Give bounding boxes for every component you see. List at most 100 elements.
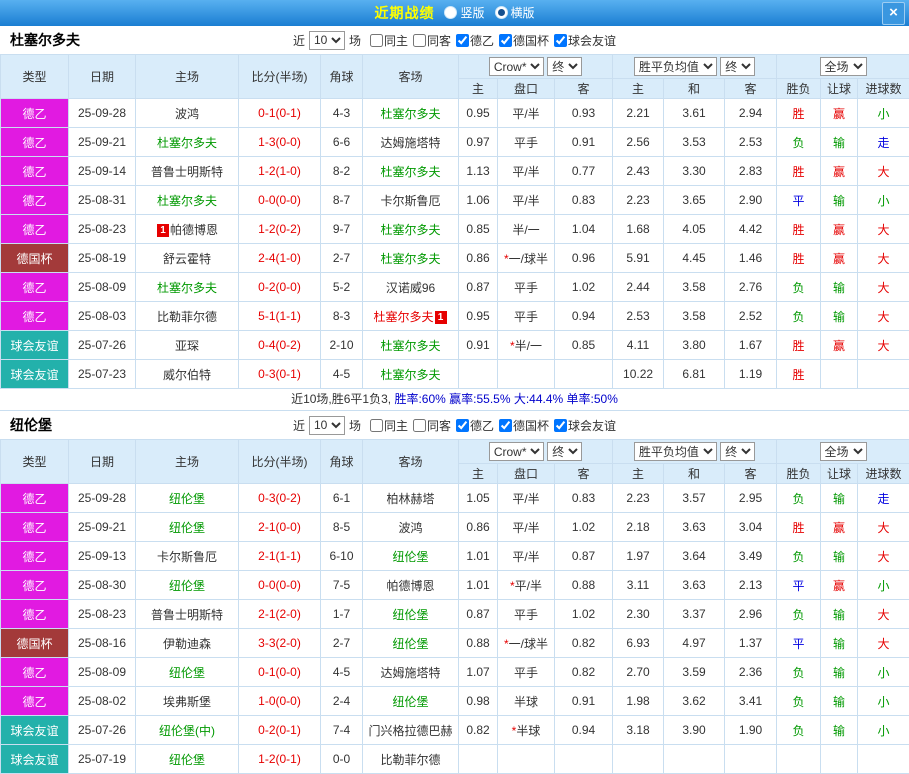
layout-radio-option[interactable]: 竖版 xyxy=(444,4,484,21)
match-date: 25-08-31 xyxy=(69,186,136,215)
europe-final-select[interactable]: 终 xyxy=(720,442,755,461)
filter-checkbox[interactable]: 球会友谊 xyxy=(554,417,616,434)
avg-draw: 3.57 xyxy=(664,484,725,513)
match-type: 球会友谊 xyxy=(1,360,69,389)
avg-win: 10.22 xyxy=(613,360,664,389)
corners: 8-2 xyxy=(321,157,363,186)
odds-company-select[interactable]: Crow* xyxy=(489,442,544,461)
corners: 4-3 xyxy=(321,99,363,128)
odds-final-select[interactable]: 终 xyxy=(547,57,582,76)
near-label: 近 xyxy=(293,417,305,434)
odds-away: 0.83 xyxy=(555,484,613,513)
avg-draw: 3.63 xyxy=(664,513,725,542)
result-handicap: 输 xyxy=(821,716,858,745)
scope-select[interactable]: 全场 xyxy=(820,442,867,461)
score: 1-2(1-0) xyxy=(239,157,321,186)
odds-final-select[interactable]: 终 xyxy=(547,442,582,461)
avg-win: 2.70 xyxy=(613,658,664,687)
filter-checkbox[interactable]: 德国杯 xyxy=(499,417,549,434)
header-row-top: 类型 日期 主场 比分(半场) 角球 客场 Crow* 终 胜平负均值 终 xyxy=(1,55,909,79)
result-wdl: 平 xyxy=(777,629,821,658)
filter-checkbox[interactable]: 德乙 xyxy=(456,32,494,49)
checkbox-input[interactable] xyxy=(370,34,383,47)
result-handicap: 输 xyxy=(821,629,858,658)
filter-row: 杜塞尔多夫 近 10 场 同主同客德乙德国杯球会友谊 xyxy=(0,26,909,54)
result-goals: 大 xyxy=(858,215,909,244)
filter-checkbox[interactable]: 同主 xyxy=(370,32,408,49)
away-team: 杜塞尔多夫 xyxy=(363,331,459,360)
layout-radio-selected[interactable]: 横版 xyxy=(495,4,535,21)
match-count-select[interactable]: 10 xyxy=(309,31,345,50)
match-type: 德乙 xyxy=(1,128,69,157)
match-date: 25-08-19 xyxy=(69,244,136,273)
checkbox-input[interactable] xyxy=(370,419,383,432)
handicap: *半/一 xyxy=(498,331,555,360)
match-count-select[interactable]: 10 xyxy=(309,416,345,435)
handicap: 半/一 xyxy=(498,215,555,244)
checkbox-input[interactable] xyxy=(554,419,567,432)
checkbox-input[interactable] xyxy=(456,419,469,432)
result-wdl: 负 xyxy=(777,658,821,687)
scope-header: 全场 xyxy=(777,55,909,79)
checkbox-label: 球会友谊 xyxy=(568,32,616,49)
away-team: 汉诺威96 xyxy=(363,273,459,302)
avg-lose: 2.95 xyxy=(725,484,777,513)
avg-win: 1.97 xyxy=(613,542,664,571)
europe-odds-header: 胜平负均值 终 xyxy=(613,55,777,79)
odds-company-select[interactable]: Crow* xyxy=(489,57,544,76)
col-header-date: 日期 xyxy=(69,55,136,99)
corners: 8-3 xyxy=(321,302,363,331)
team-label: 波鸿 xyxy=(398,521,422,535)
checkbox-label: 同客 xyxy=(427,417,451,434)
odds-home: 1.05 xyxy=(459,484,498,513)
score: 2-1(2-0) xyxy=(239,600,321,629)
odds-home xyxy=(459,745,498,774)
checkbox-input[interactable] xyxy=(413,419,426,432)
result-wdl: 负 xyxy=(777,600,821,629)
match-type: 德乙 xyxy=(1,484,69,513)
result-goals: 大 xyxy=(858,513,909,542)
filters: 近 10 场 同主同客德乙德国杯球会友谊 xyxy=(293,416,616,435)
result-handicap: 赢 xyxy=(821,215,858,244)
filter-checkbox[interactable]: 德乙 xyxy=(456,417,494,434)
avg-win: 4.11 xyxy=(613,331,664,360)
checkbox-input[interactable] xyxy=(554,34,567,47)
team-label: 卡尔斯鲁厄 xyxy=(157,550,217,564)
away-team: 纽伦堡 xyxy=(363,629,459,658)
team-label: 纽伦堡 xyxy=(169,579,205,593)
team-label: 纽伦堡(中) xyxy=(159,724,215,738)
filter-checkboxes: 同主 同客德乙德国杯球会友谊 xyxy=(365,417,616,434)
filter-checkbox[interactable]: 德国杯 xyxy=(499,32,549,49)
avg-lose: 2.96 xyxy=(725,600,777,629)
scope-select[interactable]: 全场 xyxy=(820,57,867,76)
europe-avg-select[interactable]: 胜平负均值 xyxy=(634,442,717,461)
checkbox-input[interactable] xyxy=(413,34,426,47)
europe-avg-select[interactable]: 胜平负均值 xyxy=(634,57,717,76)
checkbox-input[interactable] xyxy=(456,34,469,47)
filter-checkbox[interactable]: 同主 xyxy=(370,417,408,434)
result-goals: 走 xyxy=(858,128,909,157)
europe-final-select[interactable]: 终 xyxy=(720,57,755,76)
score: 0-0(0-0) xyxy=(239,571,321,600)
team-section: 杜塞尔多夫 近 10 场 同主同客德乙德国杯球会友谊 类型 日期 xyxy=(0,26,909,411)
checkbox-input[interactable] xyxy=(499,419,512,432)
table-row: 德乙 25-09-28 纽伦堡 0-3(0-2) 6-1 柏林赫塔 1.05 平… xyxy=(1,484,909,513)
live-odds-star: * xyxy=(504,637,509,651)
result-handicap: 输 xyxy=(821,302,858,331)
avg-draw: 3.30 xyxy=(664,157,725,186)
handicap: 平/半 xyxy=(498,99,555,128)
checkbox-input[interactable] xyxy=(499,34,512,47)
filter-checkbox[interactable]: 同客 xyxy=(413,32,451,49)
avg-win: 2.43 xyxy=(613,157,664,186)
close-button[interactable]: × xyxy=(882,2,905,25)
table-row: 德乙 25-08-30 纽伦堡 0-0(0-0) 7-5 帕德博恩 1.01 *… xyxy=(1,571,909,600)
avg-lose: 3.41 xyxy=(725,687,777,716)
col-header-away: 客场 xyxy=(363,440,459,484)
asian-odds-header: Crow* 终 xyxy=(459,440,613,464)
filter-checkbox[interactable]: 同客 xyxy=(413,417,451,434)
odds-away: 0.77 xyxy=(555,157,613,186)
filter-checkbox[interactable]: 球会友谊 xyxy=(554,32,616,49)
match-type: 德乙 xyxy=(1,658,69,687)
away-team: 杜塞尔多夫 xyxy=(363,99,459,128)
avg-draw: 3.37 xyxy=(664,600,725,629)
